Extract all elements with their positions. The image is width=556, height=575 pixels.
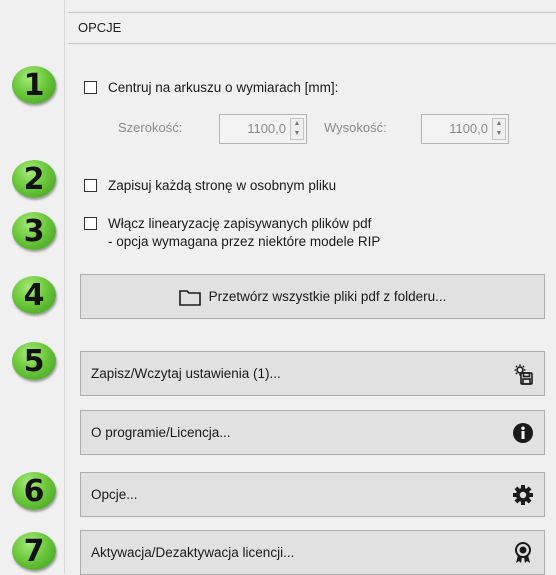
license-activation-button[interactable]: Aktywacja/Dezaktywacja licencji... bbox=[80, 530, 545, 575]
save-load-settings-button[interactable]: Zapisz/Wczytaj ustawienia (1)... bbox=[80, 351, 545, 396]
process-folder-label: Przetwórz wszystkie pliki pdf z folderu.… bbox=[208, 289, 447, 304]
step-badge-4: 4 bbox=[12, 276, 56, 314]
step-badge-1: 1 bbox=[12, 66, 56, 104]
step-badge-5: 5 bbox=[12, 342, 56, 380]
step-badge-3: 3 bbox=[12, 212, 56, 250]
width-decrement-button[interactable]: ▼ bbox=[291, 129, 303, 139]
width-label: Szerokość: bbox=[118, 120, 183, 135]
center-on-sheet-option[interactable]: Centruj na arkuszu o wymiarach [mm]: bbox=[84, 79, 338, 97]
height-label: Wysokość: bbox=[324, 120, 387, 135]
settings-save-icon bbox=[514, 364, 533, 385]
step-badge-2: 2 bbox=[12, 160, 56, 198]
linearize-label: Włącz linearyzację zapisywanych plików p… bbox=[108, 216, 372, 231]
width-spinbox[interactable]: 1100,0 ▲ ▼ bbox=[219, 114, 307, 144]
about-label: O programie/Licencja... bbox=[91, 425, 231, 440]
panel-title: OPCJE bbox=[68, 12, 556, 44]
options-button[interactable]: Opcje... bbox=[80, 472, 545, 517]
separate-files-checkbox[interactable] bbox=[84, 179, 97, 192]
center-on-sheet-checkbox[interactable] bbox=[84, 81, 97, 94]
width-increment-button[interactable]: ▲ bbox=[291, 119, 303, 129]
height-stepper[interactable]: ▲ ▼ bbox=[492, 118, 506, 140]
options-label: Opcje... bbox=[91, 487, 138, 502]
linearize-checkbox[interactable] bbox=[84, 217, 97, 230]
center-on-sheet-label: Centruj na arkuszu o wymiarach [mm]: bbox=[108, 80, 339, 95]
height-increment-button[interactable]: ▲ bbox=[493, 119, 505, 129]
linearize-note: - opcja wymagana przez niektóre modele R… bbox=[108, 234, 381, 249]
process-folder-button[interactable]: Przetwórz wszystkie pliki pdf z folderu.… bbox=[80, 274, 545, 319]
height-decrement-button[interactable]: ▼ bbox=[493, 129, 505, 139]
gutter-divider bbox=[64, 0, 65, 573]
height-value: 1100,0 bbox=[449, 121, 488, 136]
save-load-label: Zapisz/Wczytaj ustawienia (1)... bbox=[91, 366, 281, 381]
activation-label: Aktywacja/Dezaktywacja licencji... bbox=[91, 545, 295, 560]
info-icon bbox=[513, 423, 533, 443]
about-license-button[interactable]: O programie/Licencja... bbox=[80, 410, 545, 455]
height-spinbox[interactable]: 1100,0 ▲ ▼ bbox=[421, 114, 509, 144]
folder-icon bbox=[178, 289, 201, 306]
separate-files-label: Zapisuj każdą stronę w osobnym pliku bbox=[108, 178, 337, 193]
step-badge-7: 7 bbox=[12, 532, 56, 570]
gear-icon bbox=[513, 485, 533, 505]
linearize-option[interactable]: Włącz linearyzację zapisywanych plików p… bbox=[84, 215, 380, 251]
separate-files-option[interactable]: Zapisuj każdą stronę w osobnym pliku bbox=[84, 177, 336, 195]
width-value: 1100,0 bbox=[247, 121, 286, 136]
license-badge-icon bbox=[515, 542, 531, 563]
width-stepper[interactable]: ▲ ▼ bbox=[290, 118, 304, 140]
step-badge-6: 6 bbox=[12, 472, 56, 510]
